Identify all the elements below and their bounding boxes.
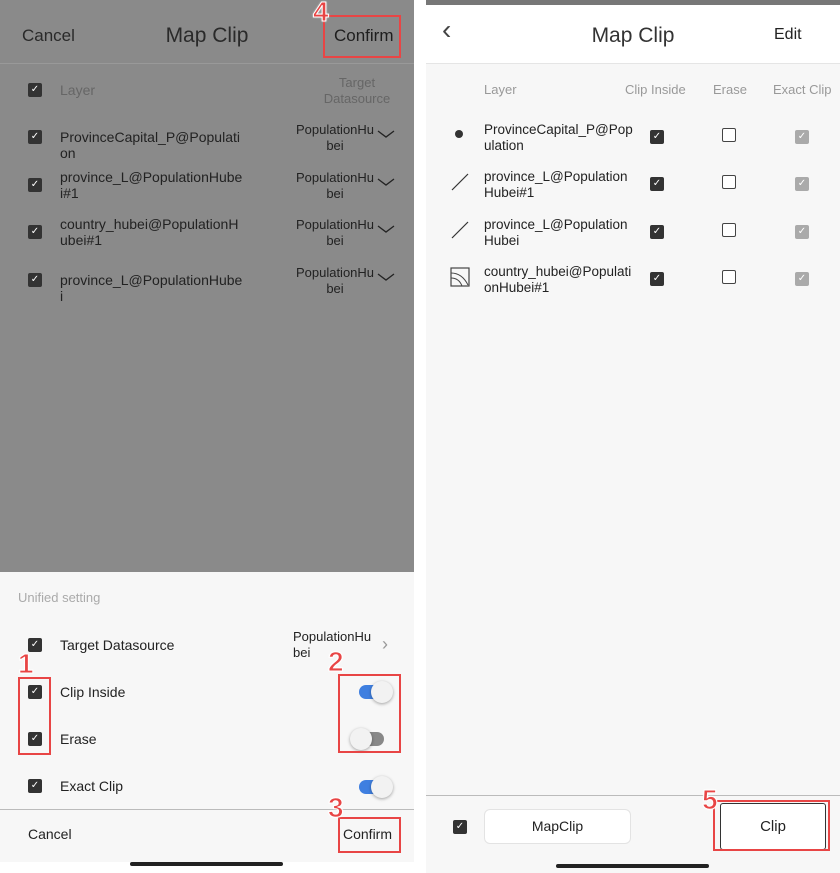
layer-column-header: Layer bbox=[484, 82, 517, 97]
erase-checkbox[interactable] bbox=[722, 269, 736, 284]
right-screen: ‹ Map Clip Edit Layer Clip Inside Erase … bbox=[426, 0, 840, 873]
layer-checkbox[interactable]: ✓ bbox=[28, 225, 42, 239]
clip-inside-column-header: Clip Inside bbox=[625, 82, 686, 97]
clip-inside-checkbox[interactable]: ✓ bbox=[650, 177, 664, 192]
annotation-5: 5 bbox=[702, 784, 719, 816]
clip-inside-checkbox[interactable]: ✓ bbox=[650, 130, 664, 144]
annotation-1: 1 bbox=[18, 648, 35, 680]
chevron-right-icon[interactable]: › bbox=[382, 634, 388, 655]
chevron-down-icon[interactable] bbox=[377, 221, 395, 233]
clip-inside-checkbox[interactable]: ✓ bbox=[650, 271, 664, 286]
layer-name: ProvinceCapital_P@Population bbox=[484, 122, 633, 153]
target-datasource-value[interactable]: PopulationHubei bbox=[294, 265, 376, 297]
layer-name: province_L@PopulationHubei#1 bbox=[484, 169, 628, 201]
erase-column-header: Erase bbox=[713, 82, 747, 97]
layer-checkbox[interactable]: ✓ bbox=[28, 177, 42, 192]
clip-inside-label: Clip Inside bbox=[60, 684, 126, 700]
target-column-header: Target Datasource bbox=[323, 75, 391, 106]
select-all-checkbox[interactable]: ✓ bbox=[28, 83, 42, 97]
layer-name: province_L@PopulationHubei bbox=[60, 271, 243, 304]
exact-clip-checkbox[interactable]: ✓ bbox=[795, 271, 809, 286]
chevron-down-icon[interactable] bbox=[377, 174, 395, 186]
divider bbox=[0, 809, 414, 810]
erase-checkbox[interactable] bbox=[722, 222, 736, 237]
sheet-title: Unified setting bbox=[18, 590, 101, 605]
annotation-2: 2 bbox=[328, 646, 345, 678]
exact-clip-checkbox[interactable]: ✓ bbox=[795, 177, 809, 192]
edit-button[interactable]: Edit bbox=[774, 26, 802, 44]
layer-name: ProvinceCapital_P@Population bbox=[60, 129, 240, 161]
sheet-cancel-button[interactable]: Cancel bbox=[28, 826, 72, 842]
exact-clip-checkbox[interactable]: ✓ bbox=[795, 130, 809, 144]
home-indicator bbox=[130, 862, 283, 866]
layer-name: province_L@PopulationHubei bbox=[484, 216, 628, 248]
exact-clip-label: Exact Clip bbox=[60, 778, 124, 794]
target-datasource-label: Target Datasource bbox=[60, 637, 175, 653]
mapclip-button[interactable]: MapClip bbox=[484, 809, 631, 844]
target-datasource-value[interactable]: PopulationHubei bbox=[294, 217, 376, 249]
annotation-4: 4 bbox=[313, 0, 330, 28]
layer-name: province_L@PopulationHubei#1 bbox=[60, 168, 243, 201]
target-datasource-value[interactable]: PopulationHubei bbox=[294, 122, 376, 154]
exact-clip-checkbox[interactable]: ✓ bbox=[28, 779, 42, 793]
clip-inside-checkbox[interactable]: ✓ bbox=[650, 224, 664, 239]
erase-label: Erase bbox=[60, 731, 97, 747]
target-datasource-value[interactable]: PopulationHubei bbox=[294, 170, 376, 202]
exact-clip-checkbox[interactable]: ✓ bbox=[795, 224, 809, 239]
point-icon bbox=[450, 125, 470, 145]
chevron-down-icon[interactable] bbox=[377, 126, 395, 138]
chevron-down-icon[interactable] bbox=[377, 269, 395, 281]
line-icon bbox=[450, 220, 470, 240]
layer-name: country_hubei@PopulationHubei#1 bbox=[484, 263, 632, 295]
layer-checkbox[interactable]: ✓ bbox=[28, 130, 42, 144]
left-screen: Cancel Map Clip Confirm ✓ Layer Target D… bbox=[0, 0, 414, 873]
home-indicator bbox=[556, 864, 709, 868]
region-icon bbox=[450, 267, 470, 287]
annotation-3: 3 bbox=[328, 792, 345, 824]
exact-clip-column-header: Exact Clip bbox=[773, 82, 832, 97]
line-icon bbox=[450, 172, 470, 192]
exact-clip-toggle[interactable] bbox=[359, 776, 393, 798]
layer-checkbox[interactable]: ✓ bbox=[28, 272, 42, 287]
divider bbox=[426, 63, 840, 64]
divider bbox=[0, 63, 414, 64]
select-all-checkbox[interactable]: ✓ bbox=[453, 820, 467, 834]
erase-checkbox[interactable] bbox=[722, 175, 736, 190]
layer-column-header: Layer bbox=[60, 82, 96, 98]
erase-checkbox[interactable] bbox=[722, 128, 736, 142]
layer-name: country_hubei@PopulationHubei#1 bbox=[60, 216, 239, 248]
